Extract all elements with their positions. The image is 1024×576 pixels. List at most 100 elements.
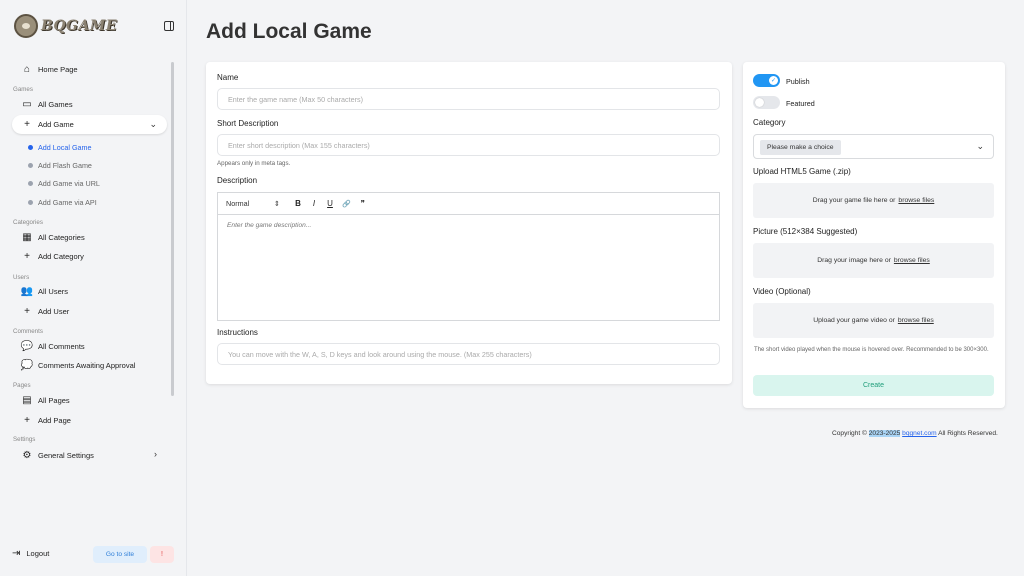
check-icon: ✓ xyxy=(769,76,778,85)
chevron-down-icon: ⌄ xyxy=(976,141,984,151)
sidebar-item-add-game[interactable]: + Add Game ⌄ xyxy=(12,115,167,134)
sidebar-item-all-games[interactable]: ▭ All Games xyxy=(12,95,167,114)
copyright-years: 2023-2025 xyxy=(868,430,901,437)
comments-icon: 💬 xyxy=(20,341,34,352)
name-input[interactable]: Enter the game name (Max 50 characters) xyxy=(217,88,720,110)
section-label-settings: Settings xyxy=(13,436,36,443)
sidebar-item-label: Home Page xyxy=(38,65,78,74)
sidebar-subitem-label: Add Flash Game xyxy=(38,160,92,170)
page-title: Add Local Game xyxy=(206,20,372,43)
bold-button[interactable]: B xyxy=(294,199,302,208)
section-label-users: Users xyxy=(13,274,30,281)
section-label-pages: Pages xyxy=(13,382,31,389)
sidebar-subitem-add-local[interactable]: Add Local Game xyxy=(28,140,92,154)
instructions-label: Instructions xyxy=(217,328,258,337)
home-icon: ⌂ xyxy=(23,64,31,75)
sidebar-item-all-users[interactable]: 👥 All Users xyxy=(12,282,167,301)
description-label: Description xyxy=(217,176,258,185)
game-details-card: Name Enter the game name (Max 50 charact… xyxy=(206,62,732,384)
sidebar-item-all-categories[interactable]: ▦ All Categories xyxy=(12,228,167,247)
sidebar-subitem-label: Add Local Game xyxy=(38,142,92,152)
sidebar-item-add-page[interactable]: + Add Page xyxy=(12,411,167,430)
mascot-icon xyxy=(14,14,38,38)
logout-button[interactable]: ⇥ Logout xyxy=(12,548,49,559)
create-button[interactable]: Create xyxy=(753,375,994,396)
instructions-input[interactable]: You can move with the W, A, S, D keys an… xyxy=(217,343,720,365)
gear-icon: ⚙ xyxy=(22,450,32,460)
format-select[interactable]: Normal ⇕ xyxy=(226,199,280,208)
chevron-right-icon: › xyxy=(154,449,157,459)
comment-pending-icon: 💭 xyxy=(20,360,34,371)
section-label-categories: Categories xyxy=(13,219,43,226)
sidebar-item-all-pages[interactable]: ▤ All Pages xyxy=(12,391,167,410)
description-editor: Normal ⇕ B I U 🔗 ❞ Enter the game descri… xyxy=(217,192,720,321)
browse-files-link[interactable]: browse files xyxy=(894,257,930,264)
sidebar-item-add-user[interactable]: + Add User xyxy=(12,302,167,321)
quote-icon[interactable]: ❞ xyxy=(359,199,367,208)
brand-name: BQGAME xyxy=(41,18,118,34)
chevron-down-icon: ⌄ xyxy=(149,119,157,129)
plus-icon: + xyxy=(24,119,30,130)
sidebar-item-home[interactable]: ⌂ Home Page xyxy=(12,60,167,79)
bullet-icon xyxy=(28,180,33,186)
sidebar-item-label: Add Game xyxy=(38,120,74,129)
sidebar-item-label: Add Category xyxy=(38,252,84,261)
html5-dropzone[interactable]: Drag your game file here or browse files xyxy=(753,183,994,218)
sidebar-nav: ⌂ Home Page Games ▭ All Games + Add Game… xyxy=(0,60,170,460)
picture-dropzone[interactable]: Drag your image here or browse files xyxy=(753,243,994,278)
italic-button[interactable]: I xyxy=(310,199,318,208)
sidebar-item-label: All Comments xyxy=(38,342,85,351)
copyright-text: Copyright © xyxy=(832,430,867,437)
category-select[interactable]: Please make a choice ⌄ xyxy=(753,134,994,159)
sidebar-item-label: Add Page xyxy=(38,416,71,425)
bullet-icon xyxy=(28,144,33,150)
gamepad-icon: ▭ xyxy=(22,99,32,110)
sidebar-item-all-comments[interactable]: 💬 All Comments xyxy=(12,337,167,356)
browse-files-link[interactable]: browse files xyxy=(898,317,934,324)
select-arrows-icon: ⇕ xyxy=(273,199,280,208)
browse-files-link[interactable]: browse files xyxy=(898,197,934,204)
sidebar-subitem-add-url[interactable]: Add Game via URL xyxy=(28,176,100,190)
sidebar-item-add-category[interactable]: + Add Category xyxy=(12,247,167,266)
site-link[interactable]: bqgnet.com xyxy=(902,430,936,437)
brand-logo[interactable]: BQGAME xyxy=(14,14,117,38)
sidebar-subitem-add-flash[interactable]: Add Flash Game xyxy=(28,158,92,172)
featured-toggle[interactable] xyxy=(753,96,780,109)
html5-upload-label: Upload HTML5 Game (.zip) xyxy=(753,167,851,176)
short-description-input[interactable]: Enter short description (Max 155 charact… xyxy=(217,134,720,156)
category-label: Category xyxy=(753,118,786,127)
sidebar-item-general-settings[interactable]: ⚙ General Settings › xyxy=(12,446,167,460)
dropzone-text: Drag your image here or xyxy=(817,257,891,264)
toggle-knob xyxy=(755,98,764,107)
description-textarea[interactable]: Enter the game description... xyxy=(218,215,719,236)
sidebar-item-label: Add User xyxy=(38,307,70,316)
plus-icon: + xyxy=(24,306,30,317)
section-label-comments: Comments xyxy=(13,328,43,335)
sidebar-subitem-label: Add Game via API xyxy=(38,197,97,207)
sidebar-subitem-add-api[interactable]: Add Game via API xyxy=(28,195,97,209)
dropzone-text: Drag your game file here or xyxy=(812,197,896,204)
sidebar-item-comments-awaiting[interactable]: 💭 Comments Awaiting Approval xyxy=(12,356,167,375)
footer: Copyright © 2023-2025 bqgnet.com All Rig… xyxy=(832,430,998,437)
sidebar-scrollbar[interactable] xyxy=(171,62,174,396)
format-select-value: Normal xyxy=(226,199,250,208)
section-label-games: Games xyxy=(13,86,33,93)
dropzone-text: Upload your game video or xyxy=(813,317,895,324)
picture-upload-label: Picture (512×384 Suggested) xyxy=(753,227,858,236)
sidebar-item-label: All Pages xyxy=(38,396,70,405)
sidebar-item-label: General Settings xyxy=(38,451,94,460)
publish-toggle[interactable]: ✓ xyxy=(753,74,780,87)
link-icon[interactable]: 🔗 xyxy=(342,200,351,208)
sidebar-item-label: All Games xyxy=(38,100,73,109)
sidebar-subitem-label: Add Game via URL xyxy=(38,178,100,188)
underline-button[interactable]: U xyxy=(326,199,334,208)
alert-button[interactable]: ! xyxy=(150,546,174,563)
short-description-label: Short Description xyxy=(217,119,279,128)
sidebar-toggle-icon[interactable] xyxy=(164,21,174,31)
plus-icon: + xyxy=(24,251,30,262)
video-dropzone[interactable]: Upload your game video or browse files xyxy=(753,303,994,338)
logout-label: Logout xyxy=(26,549,50,558)
editor-toolbar: Normal ⇕ B I U 🔗 ❞ xyxy=(218,193,719,215)
category-placeholder: Please make a choice xyxy=(760,140,841,155)
go-to-site-button[interactable]: Go to site xyxy=(93,546,147,563)
